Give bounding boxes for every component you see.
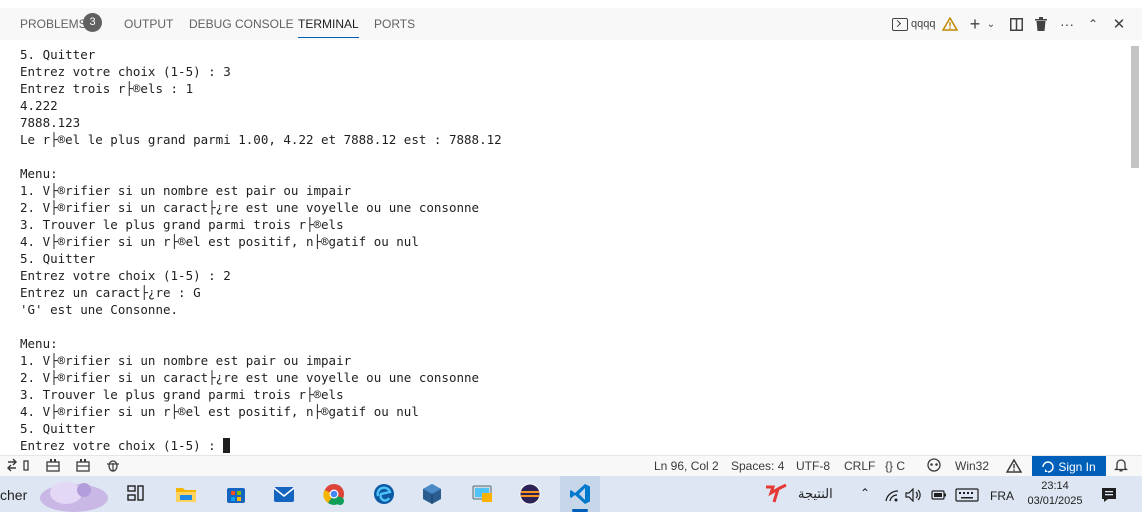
terminal-scrollbar-thumb[interactable] — [1131, 46, 1139, 168]
copilot-icon[interactable] — [926, 458, 942, 475]
tab-ports[interactable]: PORTS — [374, 17, 415, 31]
tab-debug-console[interactable]: DEBUG CONSOLE — [189, 17, 294, 31]
input-language[interactable]: FRA — [990, 489, 1014, 503]
line-ending[interactable]: CRLF — [844, 459, 875, 473]
chevron-down-icon[interactable]: ⌄ — [984, 14, 998, 34]
terminal-line: 1. V├®rifier si un nombre est pair ou im… — [20, 353, 352, 368]
terminal-line: Entrez un caract├¿re : G — [20, 285, 201, 300]
terminal-line: 4. V├®rifier si un r├®el est positif, n├… — [20, 234, 419, 249]
mail-icon[interactable] — [272, 482, 296, 506]
terminal-name: qqqq — [911, 18, 936, 30]
clock-time: 23:14 — [1041, 480, 1069, 492]
battery-icon[interactable] — [931, 489, 947, 504]
ports-icon[interactable] — [46, 458, 60, 475]
edge-icon[interactable] — [372, 482, 396, 506]
terminal-line: 3. Trouver le plus grand parmi trois r├®… — [20, 387, 344, 402]
close-panel-icon[interactable]: ✕ — [1110, 14, 1128, 34]
terminal-line: 3. Trouver le plus grand parmi trois r├®… — [20, 217, 344, 232]
status-warning-icon[interactable] — [1005, 458, 1023, 476]
clock[interactable]: 23:14 03/01/2025 — [1022, 479, 1088, 509]
cursor-position[interactable]: Ln 96, Col 2 — [654, 459, 719, 473]
terminal-line: 5. Quitter — [20, 47, 96, 62]
clock-date: 03/01/2025 — [1027, 495, 1083, 507]
terminal-output[interactable]: 5. Quitter Entrez votre choix (1-5) : 3 … — [0, 40, 1128, 455]
more-actions-icon[interactable]: ··· — [1058, 14, 1076, 34]
search-box-text[interactable]: cher — [0, 487, 27, 503]
new-terminal-icon[interactable]: + — [966, 14, 984, 34]
keyboard-icon[interactable] — [955, 488, 979, 505]
terminal-line: 2. V├®rifier si un caract├¿re est une vo… — [20, 200, 480, 215]
bug-icon[interactable] — [106, 458, 120, 475]
encoding[interactable]: UTF-8 — [796, 459, 830, 473]
notifications-bell-icon[interactable] — [1113, 458, 1129, 475]
status-bar: Ln 96, Col 2 Spaces: 4 UTF-8 CRLF {} C W… — [0, 455, 1142, 477]
remote-icon[interactable] — [6, 458, 30, 475]
terminal-line: 7888.123 — [20, 115, 81, 130]
trash-icon[interactable] — [1032, 14, 1050, 34]
task-view-icon[interactable] — [124, 482, 148, 506]
account-icon — [1042, 460, 1054, 473]
results-app-icon — [766, 483, 787, 503]
terminal-line: 4.222 — [20, 98, 58, 113]
search-highlight-image[interactable] — [34, 476, 110, 512]
maximize-panel-icon[interactable]: ⌃ — [1084, 14, 1102, 34]
terminal-line: Entrez trois r├®els : 1 — [20, 81, 194, 96]
show-hidden-icons-chevron-up-icon[interactable]: ⌃ — [860, 486, 870, 500]
language-mode[interactable]: {} C — [885, 459, 905, 473]
weather-widget[interactable]: النتيجة — [764, 482, 833, 506]
terminal-line: 'G' est une Consonne. — [20, 302, 179, 317]
terminal-line: 2. V├®rifier si un caract├¿re est une vo… — [20, 370, 480, 385]
warning-icon[interactable] — [941, 14, 959, 34]
store-icon[interactable] — [224, 482, 248, 506]
terminal-line: Menu: — [20, 166, 58, 181]
terminal-line: 1. V├®rifier si un nombre est pair ou im… — [20, 183, 352, 198]
arabic-label: النتيجة — [798, 486, 833, 501]
file-explorer-icon[interactable] — [174, 482, 198, 506]
sign-in-button[interactable]: Sign In — [1032, 456, 1106, 477]
terminal-icon — [892, 17, 908, 31]
tab-problems[interactable]: PROBLEMS — [20, 17, 87, 31]
remote-desktop-icon[interactable] — [470, 482, 494, 506]
chrome-icon[interactable] — [322, 482, 346, 506]
terminal-cursor — [223, 438, 231, 453]
platform-config[interactable]: Win32 — [955, 459, 989, 473]
wifi-icon[interactable] — [884, 489, 900, 506]
split-terminal-icon[interactable] — [1007, 14, 1025, 34]
terminal-prompt-line[interactable]: Entrez votre choix (1-5) : — [20, 437, 231, 454]
sign-in-label: Sign In — [1058, 459, 1096, 474]
indentation[interactable]: Spaces: 4 — [731, 459, 784, 473]
terminal-line: 5. Quitter — [20, 421, 96, 436]
panel-tab-bar: PROBLEMS 3 OUTPUT DEBUG CONSOLE TERMINAL… — [0, 8, 1142, 40]
tab-output[interactable]: OUTPUT — [124, 17, 173, 31]
tab-terminal[interactable]: TERMINAL — [298, 17, 359, 38]
eclipse-icon[interactable] — [518, 482, 542, 506]
terminal-line: Entrez votre choix (1-5) : 2 — [20, 268, 231, 283]
vscode-taskbar-button[interactable] — [560, 476, 600, 512]
terminal-prompt-text: Entrez votre choix (1-5) : — [20, 438, 224, 453]
virtualbox-icon[interactable] — [420, 482, 444, 506]
problems-count-badge: 3 — [83, 13, 102, 32]
terminal-line: 5. Quitter — [20, 251, 96, 266]
terminal-selector[interactable]: qqqq — [892, 14, 935, 34]
terminal-line: Menu: — [20, 336, 58, 351]
volume-icon[interactable] — [905, 487, 923, 505]
vscode-icon — [570, 484, 590, 504]
terminal-line: Entrez votre choix (1-5) : 3 — [20, 64, 231, 79]
notification-center-icon[interactable] — [1100, 486, 1118, 509]
terminal-line: Le r├®el le plus grand parmi 1.00, 4.22 … — [20, 132, 502, 147]
extension-icon[interactable] — [76, 458, 90, 475]
terminal-line: 4. V├®rifier si un r├®el est positif, n├… — [20, 404, 419, 419]
